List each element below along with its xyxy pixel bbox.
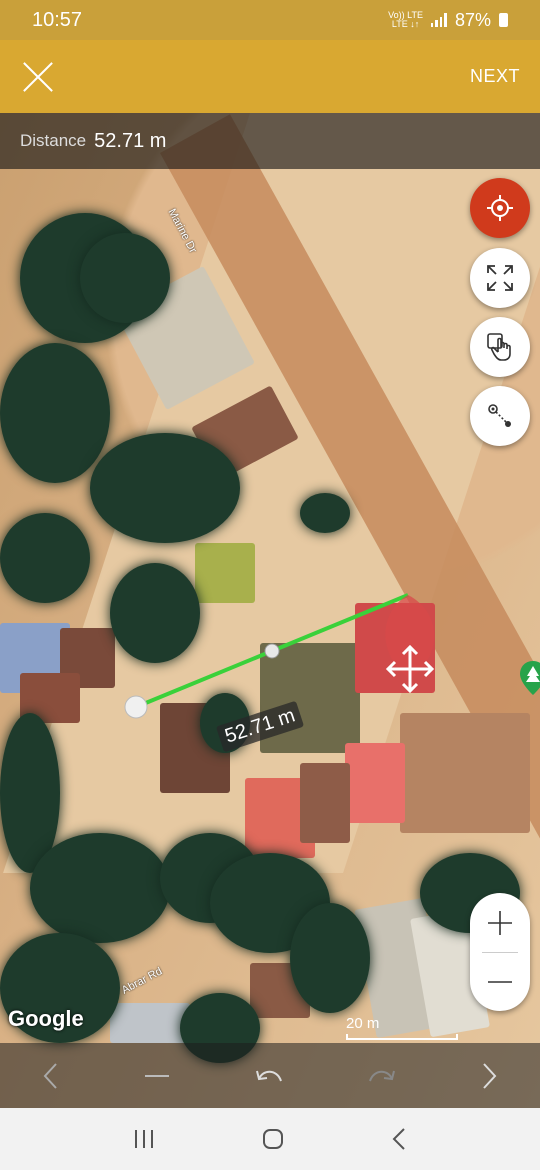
- remove-point-icon[interactable]: [142, 1061, 172, 1091]
- zoom-divider: [482, 952, 518, 953]
- battery-percent: 87%: [454, 9, 491, 30]
- app-bar: NEXT: [0, 40, 540, 113]
- expand-icon: [487, 265, 513, 291]
- measurement-midpoint-handle: [264, 643, 280, 659]
- bottom-toolbar: [0, 1043, 540, 1108]
- home-icon[interactable]: [261, 1127, 285, 1151]
- signal-icon: [430, 13, 447, 27]
- touch-mode-button[interactable]: [470, 317, 530, 377]
- plus-icon: [488, 910, 512, 935]
- status-time: 10:57: [32, 8, 83, 31]
- battery-icon: [499, 13, 508, 27]
- zoom-controls: [470, 893, 530, 1011]
- distance-value: 52.71 m: [94, 129, 167, 152]
- google-attribution: Google: [8, 1006, 84, 1031]
- previous-arrow-icon[interactable]: [41, 1061, 61, 1091]
- scale-label: 20 m: [346, 1015, 380, 1032]
- fullscreen-button[interactable]: [470, 248, 530, 308]
- redo-icon[interactable]: [366, 1061, 398, 1091]
- distance-label: Distance: [20, 131, 87, 150]
- next-button[interactable]: NEXT: [470, 66, 520, 87]
- undo-icon[interactable]: [253, 1061, 285, 1091]
- minus-icon: [488, 980, 512, 983]
- network-label-bottom: LTE ↓↑: [391, 19, 420, 29]
- status-bar: 10:57 Vo)) LTE LTE ↓↑ 87%: [0, 0, 540, 40]
- next-arrow-icon[interactable]: [479, 1061, 499, 1091]
- measure-points-icon: [488, 404, 511, 427]
- hand-pointer-icon: [487, 333, 511, 361]
- crosshair-icon: [487, 195, 513, 221]
- network-indicator: Vo)) LTE LTE ↓↑: [388, 11, 423, 29]
- satellite-map[interactable]: Marine Dr Abrar Rd 52.71 m: [0, 113, 540, 1108]
- close-icon[interactable]: [20, 59, 56, 95]
- zoom-out-button[interactable]: [470, 952, 530, 1011]
- system-nav-bar: [0, 1108, 540, 1170]
- measurement-start-handle: [124, 695, 148, 719]
- back-icon[interactable]: [390, 1127, 408, 1151]
- status-icons: Vo)) LTE LTE ↓↑ 87%: [388, 10, 508, 31]
- measurement-overlay: [124, 593, 435, 719]
- my-location-button[interactable]: [470, 178, 530, 238]
- distance-bar: Distance 52.71 m: [0, 113, 540, 169]
- point-to-point-button[interactable]: [470, 386, 530, 446]
- recent-apps-icon[interactable]: [132, 1128, 156, 1150]
- scale-bar: [346, 1034, 458, 1040]
- zoom-in-button[interactable]: [470, 893, 530, 952]
